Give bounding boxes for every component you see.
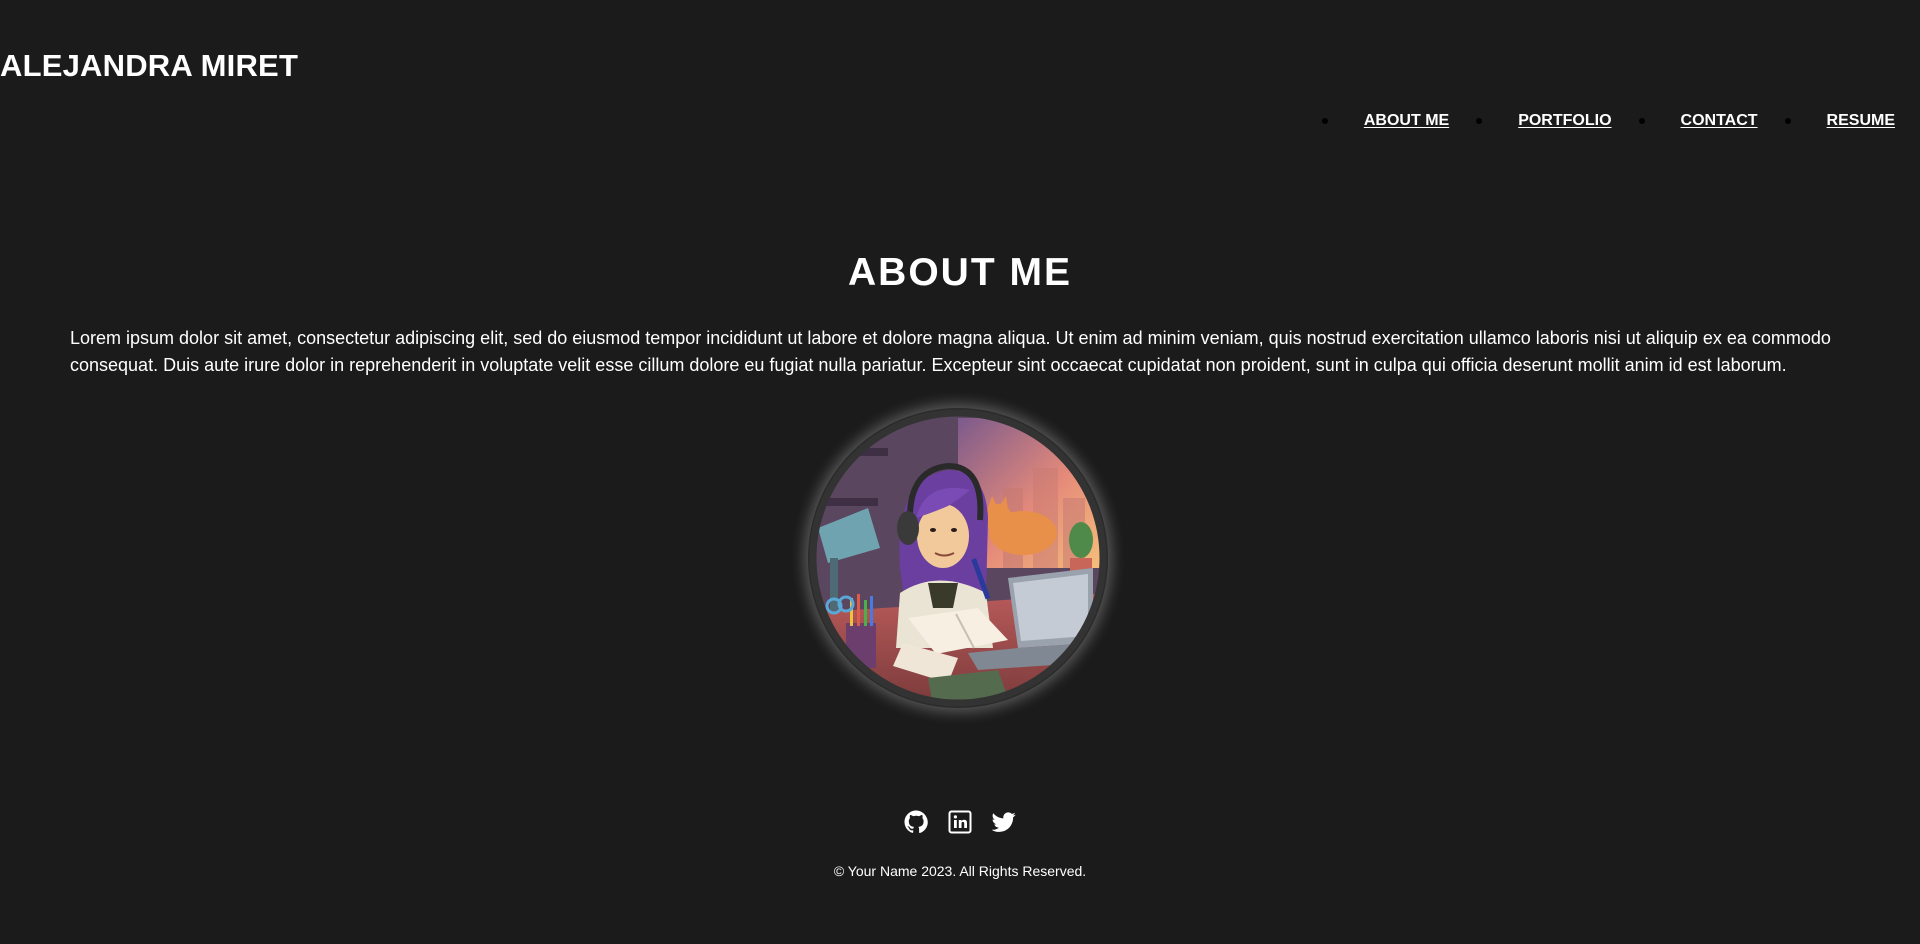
profile-avatar xyxy=(808,408,1108,708)
about-heading: ABOUT ME xyxy=(848,251,1072,294)
copyright-text: © Your Name 2023. All Rights Reserved. xyxy=(833,863,1087,879)
linkedin-icon xyxy=(948,810,972,834)
nav-link-portfolio[interactable]: PORTFOLIO xyxy=(1518,110,1611,132)
profile-avatar-illustration xyxy=(809,409,1107,707)
nav-bullet xyxy=(1638,118,1645,124)
site-title[interactable]: ALEJANDRA MIRET xyxy=(0,46,298,86)
github-icon xyxy=(904,810,928,834)
nav-link-about-me[interactable]: ABOUT ME xyxy=(1364,110,1449,132)
nav-link-resume[interactable]: RESUME xyxy=(1827,110,1895,132)
github-link[interactable] xyxy=(904,810,928,834)
nav-item-about: ABOUT ME xyxy=(1321,110,1449,132)
nav-bullet xyxy=(1321,118,1328,124)
social-links xyxy=(0,810,1920,834)
page: ALEJANDRA MIRET ABOUT ME PORTFOLIO CONTA… xyxy=(0,0,1920,944)
nav-item-resume: RESUME xyxy=(1784,110,1895,132)
nav-bullet xyxy=(1476,118,1483,124)
twitter-link[interactable] xyxy=(992,810,1016,834)
main-nav: ABOUT ME PORTFOLIO CONTACT RESUME xyxy=(1295,110,1895,132)
nav-bullet xyxy=(1784,118,1791,124)
linkedin-link[interactable] xyxy=(948,810,972,834)
nav-item-contact: CONTACT xyxy=(1638,110,1758,132)
twitter-icon xyxy=(992,812,1016,832)
nav-item-portfolio: PORTFOLIO xyxy=(1476,110,1612,132)
nav-link-contact[interactable]: CONTACT xyxy=(1681,110,1758,132)
about-paragraph: Lorem ipsum dolor sit amet, consectetur … xyxy=(70,328,1831,375)
